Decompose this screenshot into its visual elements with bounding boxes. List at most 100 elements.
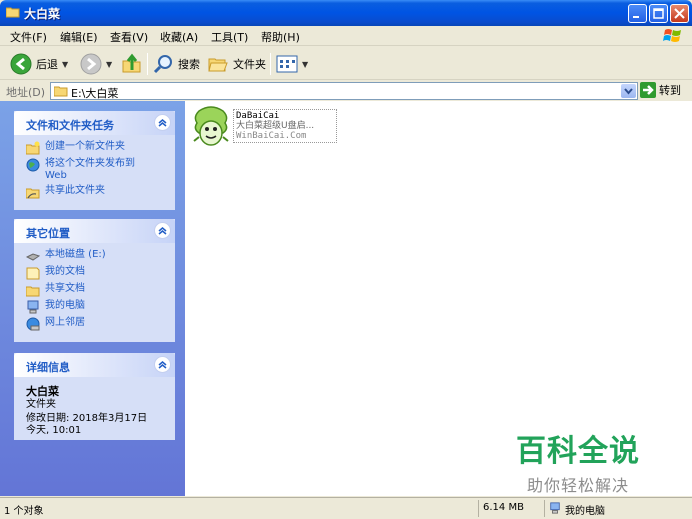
forward-arrow-icon [80,53,102,75]
maximize-icon [653,8,664,19]
collapse-button[interactable] [154,222,171,239]
place-label: 我的文档 [45,266,85,277]
collapse-button[interactable] [154,114,171,131]
chevron-up-icon [158,227,167,235]
file-company: WinBaiCai.Com [236,131,307,141]
windows-logo-icon [663,29,681,42]
file-tasks-title: 文件和文件夹任务 [26,119,114,132]
forward-button[interactable]: ▼ [80,51,112,77]
other-places-title: 其它位置 [26,227,70,240]
other-places-header[interactable]: 其它位置 [14,219,175,243]
task-label: 创建一个新文件夹 [45,141,125,152]
address-path: E:\大白菜 [71,87,119,100]
menu-bar: 文件(F) 编辑(E) 查看(V) 收藏(A) 工具(T) 帮助(H) [0,26,692,46]
search-button[interactable]: 搜索 [152,51,200,77]
folder-icon [6,7,20,18]
place-my-documents[interactable]: 我的文档 [26,266,175,280]
menu-view[interactable]: 查看(V) [110,29,148,45]
status-object-count: 1 个对象 [4,506,44,517]
menu-edit[interactable]: 编辑(E) [60,29,98,45]
place-label: 本地磁盘 (E:) [45,249,106,260]
detail-type: 文件夹 [26,399,56,410]
detail-modified: 修改日期: 2018年3月17日 [26,413,148,424]
file-name: DaBaiCai [236,111,280,121]
chevron-up-icon [158,119,167,127]
toolbar-separator [270,53,271,75]
close-button[interactable] [670,4,689,23]
details-header[interactable]: 详细信息 [14,353,175,377]
details-panel: 详细信息 大白菜 文件夹 修改日期: 2018年3月17日 今天, 10:01 [14,353,175,440]
chevron-down-icon[interactable]: ▼ [302,60,308,69]
address-input[interactable]: E:\大白菜 [50,82,638,100]
task-label: 将这个文件夹发布到 Web [45,158,135,181]
my-computer-icon [27,300,39,314]
minimize-icon [633,16,639,18]
file-description: 大白菜超级U盘启... [236,121,315,131]
window-title: 大白菜 [24,7,61,21]
chevron-down-icon[interactable]: ▼ [106,60,112,69]
file-tasks-header[interactable]: 文件和文件夹任务 [14,111,175,135]
new-folder-icon [26,141,40,155]
place-local-disk[interactable]: 本地磁盘 (E:) [26,249,175,263]
toolbar: 后退 ▼ ▼ 搜索 文件夹 ▼ [0,47,692,80]
my-computer-icon [550,502,560,514]
views-icon [276,55,298,73]
task-pane: 文件和文件夹任务 创建一个新文件夹 将这个文件夹发布到 Web 共享此文件夹 其… [0,101,185,496]
local-disk-icon [26,253,40,261]
task-share-folder[interactable]: 共享此文件夹 [26,185,175,199]
folders-icon [208,58,228,72]
maximize-button[interactable] [649,4,668,23]
address-dropdown-button[interactable] [621,84,636,98]
detail-name: 大白菜 [26,385,59,398]
place-label: 我的电脑 [45,300,85,311]
address-label: 地址(D) [6,86,46,99]
other-places-panel: 其它位置 本地磁盘 (E:) 我的文档 共享文档 我的电脑 网上邻居 [14,219,175,342]
file-item[interactable]: DaBaiCai 大白菜超级U盘启... WinBaiCai.Com [189,103,339,151]
up-folder-icon [122,53,141,73]
details-title: 详细信息 [26,361,70,374]
views-button[interactable]: ▼ [276,51,308,77]
my-documents-icon [26,267,40,280]
place-label: 网上邻居 [45,317,85,328]
up-folder-button[interactable] [121,51,143,77]
publish-web-icon [26,158,40,172]
status-bar: 1 个对象 6.14 MB 我的电脑 [0,497,692,519]
folders-label: 文件夹 [233,58,266,71]
address-bar: 地址(D) E:\大白菜 转到 [0,81,692,101]
shared-documents-icon [26,286,40,297]
status-location: 我的电脑 [544,500,692,517]
watermark-sub: 助你轻松解决 [526,476,629,495]
status-size: 6.14 MB [478,500,544,517]
place-shared-documents[interactable]: 共享文档 [26,283,175,297]
place-label: 共享文档 [45,283,85,294]
menu-tools[interactable]: 工具(T) [211,29,248,45]
chevron-down-icon[interactable]: ▼ [62,60,68,69]
folders-button[interactable]: 文件夹 [207,51,266,77]
menu-favorites[interactable]: 收藏(A) [160,29,198,45]
back-label: 后退 [36,58,58,71]
go-button[interactable]: 转到 [640,82,681,98]
minimize-button[interactable] [628,4,647,23]
menu-file[interactable]: 文件(F) [10,29,47,45]
toolbar-separator [147,53,148,75]
search-label: 搜索 [178,58,200,71]
file-label: DaBaiCai 大白菜超级U盘启... WinBaiCai.Com [233,109,337,143]
place-network[interactable]: 网上邻居 [26,317,175,331]
task-publish-web[interactable]: 将这个文件夹发布到 Web [26,158,175,182]
menu-help[interactable]: 帮助(H) [261,29,300,45]
search-icon [153,55,172,74]
chevron-up-icon [158,361,167,369]
back-arrow-icon [10,53,32,75]
file-list-area[interactable]: DaBaiCai 大白菜超级U盘启... WinBaiCai.Com 百科全说 … [185,101,692,496]
status-location-label: 我的电脑 [565,506,605,517]
cabbage-mascot-icon [193,106,229,146]
share-folder-icon [26,188,40,199]
task-new-folder[interactable]: 创建一个新文件夹 [26,141,175,155]
network-icon [26,317,40,331]
place-my-computer[interactable]: 我的电脑 [26,300,175,314]
back-button[interactable]: 后退 ▼ [10,51,68,77]
close-icon [674,8,685,19]
collapse-button[interactable] [154,356,171,373]
chevron-down-icon [624,88,633,95]
folder-icon [54,86,68,97]
